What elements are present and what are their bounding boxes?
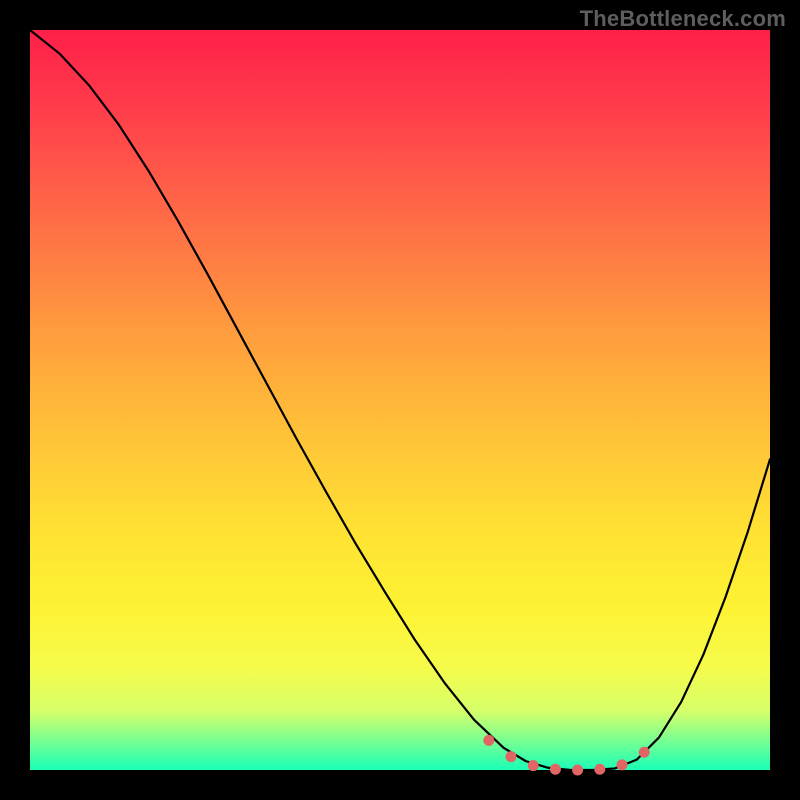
chart-frame: TheBottleneck.com [0,0,800,800]
marker-dot [550,764,561,775]
curve-svg [30,30,770,770]
plot-area [30,30,770,770]
marker-dot [483,735,494,746]
marker-dot [617,759,628,770]
bottleneck-curve [30,30,770,770]
marker-dot [528,760,539,771]
marker-dot [639,747,650,758]
watermark-text: TheBottleneck.com [580,6,786,32]
marker-dot [572,765,583,776]
marker-dot [594,764,605,775]
marker-dot [506,751,517,762]
